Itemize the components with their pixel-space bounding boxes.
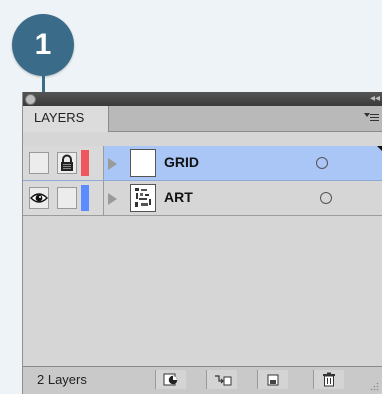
layer-content[interactable]: ART <box>104 181 382 215</box>
eye-icon <box>30 193 48 203</box>
layer-thumbnail <box>130 149 156 177</box>
collapse-panel-icon[interactable]: ◂◂ <box>370 92 380 106</box>
make-clipping-mask-icon <box>163 373 178 386</box>
layer-controls <box>23 181 104 215</box>
layers-list: GRID ART <box>23 146 382 216</box>
step-callout-badge: 1 <box>12 14 74 76</box>
expand-arrow-icon[interactable] <box>108 158 117 170</box>
layer-color-swatch <box>81 150 89 176</box>
target-circle-icon[interactable] <box>316 157 328 169</box>
layer-thumbnail <box>130 184 156 212</box>
lock-icon <box>61 154 73 171</box>
panel-menu-icon[interactable] <box>364 110 379 124</box>
panel-titlebar[interactable]: ◂◂ <box>23 92 382 106</box>
tab-layers[interactable]: LAYERS <box>23 106 109 132</box>
layer-controls <box>23 146 104 180</box>
create-layer-icon <box>267 374 279 386</box>
layer-count-label: 2 Layers <box>37 372 87 387</box>
layer-content[interactable]: GRID <box>104 146 382 180</box>
layers-panel: ◂◂ LAYERS GRID ART 2 Layers <box>22 92 382 394</box>
art-thumbnail-icon <box>135 188 151 207</box>
layer-color-swatch <box>81 185 89 211</box>
visibility-toggle[interactable] <box>29 187 49 209</box>
step-number: 1 <box>34 28 52 61</box>
create-new-layer-button[interactable] <box>257 370 288 389</box>
current-layer-indicator-icon <box>377 146 382 152</box>
trash-icon <box>323 372 335 387</box>
make-clipping-mask-button[interactable] <box>155 370 186 389</box>
lock-toggle[interactable] <box>57 152 77 174</box>
lock-toggle[interactable] <box>57 187 77 209</box>
layer-row-art[interactable]: ART <box>23 181 382 216</box>
panel-footer: 2 Layers <box>23 366 382 394</box>
delete-layer-button[interactable] <box>313 370 344 389</box>
create-sublayer-icon <box>215 375 232 386</box>
layer-name: GRID <box>164 154 199 170</box>
expand-arrow-icon[interactable] <box>108 193 117 205</box>
layer-row-grid[interactable]: GRID <box>23 146 382 181</box>
visibility-toggle[interactable] <box>29 152 49 174</box>
layer-name: ART <box>164 189 193 205</box>
panel-tab-bar: LAYERS <box>23 106 382 132</box>
resize-grip-icon[interactable] <box>370 382 379 391</box>
close-icon[interactable] <box>25 94 36 105</box>
create-sublayer-button[interactable] <box>206 370 237 389</box>
target-circle-icon[interactable] <box>320 192 332 204</box>
